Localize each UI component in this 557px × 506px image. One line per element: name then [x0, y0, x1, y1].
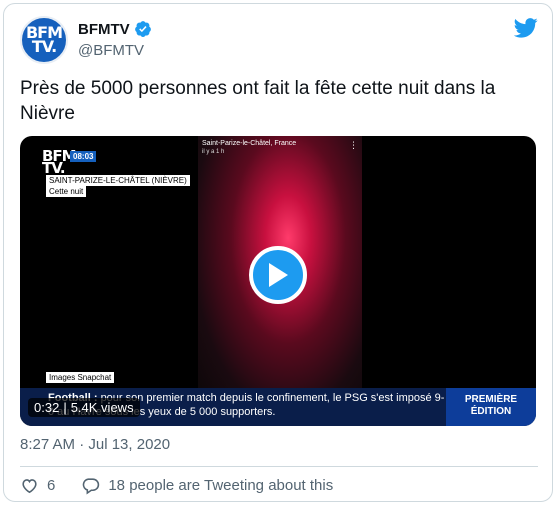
- tweeting-about-link[interactable]: 18 people are Tweeting about this: [81, 476, 333, 495]
- overlay-credit: Images Snapchat: [46, 372, 115, 383]
- like-count: 6: [47, 477, 56, 494]
- heart-icon: [22, 479, 37, 494]
- play-button[interactable]: [249, 246, 307, 304]
- video-sep: |: [63, 400, 67, 415]
- avatar[interactable]: BFM TV.: [20, 16, 68, 64]
- snap-time: il y a 1 h: [202, 149, 225, 155]
- overlay-time-note: Cette nuit: [46, 186, 87, 197]
- play-icon: [269, 263, 288, 287]
- tweeting-text: 18 people are Tweeting about this: [108, 477, 334, 494]
- edition-line1: PREMIÈRE: [464, 394, 518, 405]
- verified-badge-icon: [134, 21, 151, 37]
- snap-location: Saint-Parize-le-Châtel, France: [202, 140, 297, 147]
- edition-badge: PREMIÈRE ÉDITION: [446, 388, 536, 426]
- video-views: 5.4K views: [70, 400, 134, 415]
- snap-menu-icon: ⋮: [349, 140, 358, 150]
- twitter-logo-icon[interactable]: [514, 18, 538, 38]
- tweet-timestamp[interactable]: 8:27 AM · Jul 13, 2020: [20, 436, 170, 453]
- like-button[interactable]: 6: [20, 476, 55, 495]
- video-elapsed: 0:32: [34, 400, 60, 415]
- author-handle[interactable]: @BFMTV: [78, 42, 144, 59]
- video-stats-badge: 0:32 | 5.4K views: [28, 398, 140, 417]
- tweet-card: BFM TV. BFMTV @BFMTV Près de 5000 person…: [3, 3, 553, 502]
- video-player[interactable]: Saint-Parize-le-Châtel, France il y a 1 …: [20, 136, 536, 426]
- overlay-location: SAINT-PARIZE-LE-CHÂTEL (NIÈVRE): [46, 175, 190, 186]
- overlay-clock: 08:03: [70, 151, 97, 162]
- speech-bubble-icon: [83, 478, 100, 495]
- divider: [20, 466, 538, 467]
- author-name-row: BFMTV: [78, 20, 152, 38]
- edition-line2: ÉDITION: [470, 406, 512, 417]
- action-bar: 6 18 people are Tweeting about this: [20, 476, 333, 495]
- tweet-text: Près de 5000 personnes ont fait la fête …: [20, 78, 496, 124]
- avatar-text-line2: TV.: [31, 37, 57, 56]
- author-display-name[interactable]: BFMTV: [78, 21, 130, 38]
